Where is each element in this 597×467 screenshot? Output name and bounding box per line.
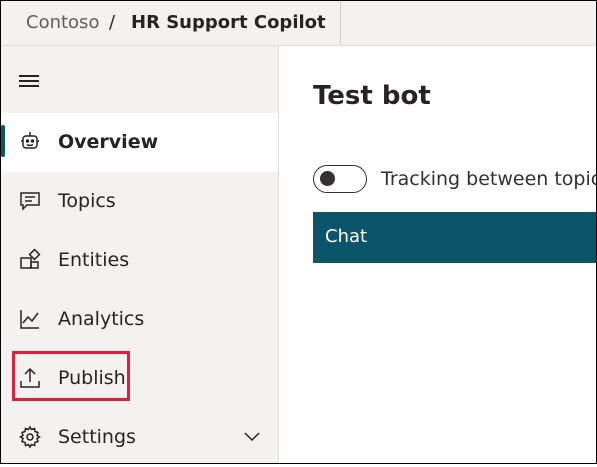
chat-header: Chat [313,212,596,263]
sidebar-item-analytics[interactable]: Analytics [1,290,278,349]
main-content: Test bot Tracking between topics Chat [279,46,597,463]
sidebar-item-entities[interactable]: Entities [1,231,278,290]
sidebar-item-overview[interactable]: Overview [1,113,278,172]
hamburger-icon[interactable] [19,74,39,88]
chat-bubble-icon [20,192,40,211]
sidebar-item-label: Analytics [58,308,145,330]
page-title: Test bot [313,81,431,111]
sidebar-item-label: Overview [58,131,159,153]
tracking-toggle[interactable] [313,165,367,193]
top-bar: Contoso / HR Support Copilot [1,1,596,46]
sidebar-item-topics[interactable]: Topics [1,172,278,231]
sidebar-item-label: Topics [58,190,116,212]
sidebar-item-label: Publish [58,367,126,389]
chat-panel: Chat [313,212,596,463]
gear-icon [19,425,41,449]
breadcrumb-app-name[interactable]: HR Support Copilot [131,12,326,34]
active-indicator [1,125,5,157]
sidebar: Overview Topics Entities Analytics Publi… [1,46,279,463]
chart-line-icon [20,310,39,329]
breadcrumb-org[interactable]: Contoso [26,12,99,34]
breadcrumb-separator: / [109,12,116,33]
bot-icon [21,132,39,149]
chat-title: Chat [325,226,368,247]
entities-icon [20,248,41,269]
tracking-toggle-label: Tracking between topics [381,168,597,190]
sidebar-item-label: Entities [58,249,130,271]
breadcrumb: Contoso / HR Support Copilot [1,1,341,45]
chevron-down-icon[interactable] [243,430,261,442]
upload-icon [20,367,40,388]
sidebar-item-publish[interactable]: Publish [1,349,278,408]
sidebar-item-settings[interactable]: Settings [1,408,278,467]
sidebar-item-label: Settings [58,426,136,448]
toggle-knob [320,171,335,186]
